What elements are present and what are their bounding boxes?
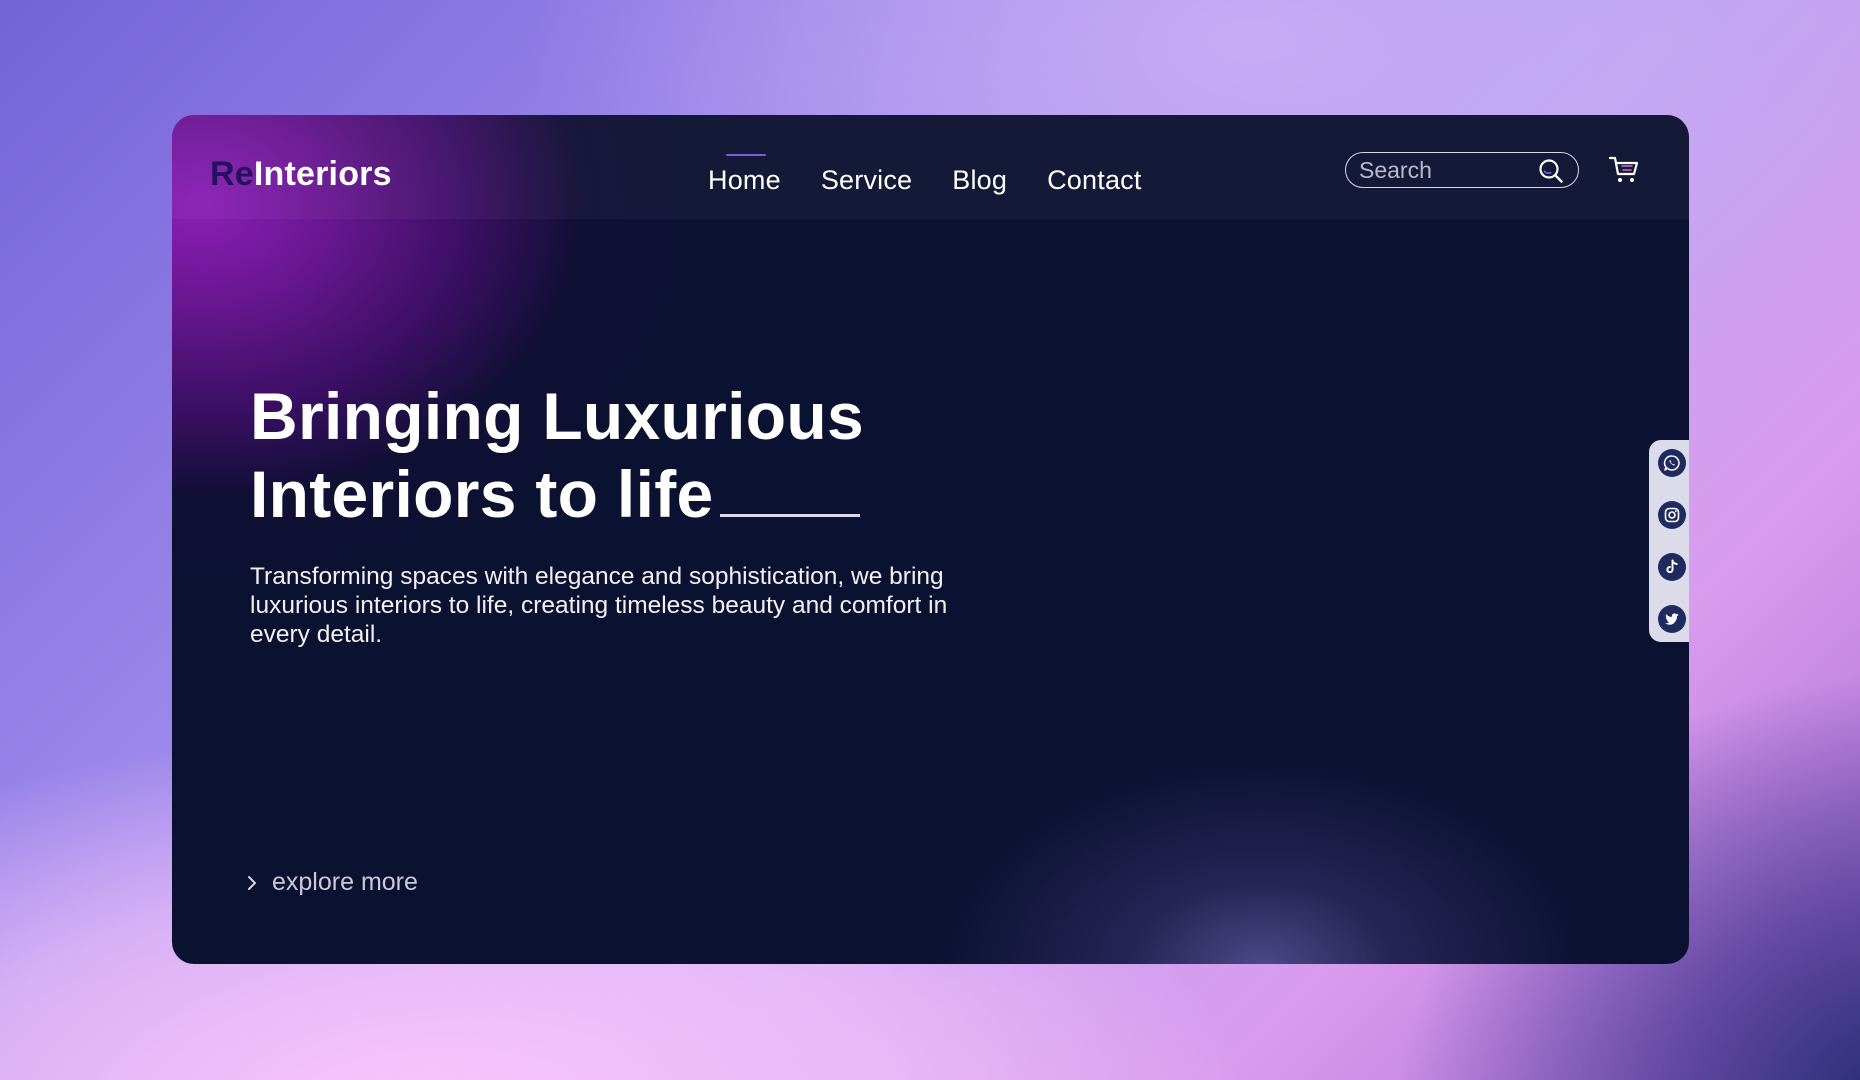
whatsapp-button[interactable] — [1658, 449, 1686, 477]
nav-item-label: Home — [708, 165, 781, 195]
nav-item-label: Contact — [1047, 165, 1142, 195]
hero-description: Transforming spaces with elegance and so… — [250, 563, 948, 648]
search-input[interactable] — [1359, 155, 1529, 185]
nav-item-contact[interactable]: Contact — [1047, 165, 1141, 196]
nav-item-service[interactable]: Service — [821, 165, 912, 196]
hero-title-line2: Interiors to life — [250, 457, 714, 531]
whatsapp-icon — [1663, 455, 1680, 471]
instagram-icon — [1664, 507, 1680, 523]
brand-prefix: Re — [210, 155, 254, 193]
twitter-icon — [1665, 613, 1679, 625]
explore-more-link[interactable]: explore more — [246, 868, 418, 897]
tiktok-icon — [1666, 559, 1678, 574]
brand-logo[interactable]: ReInteriors — [210, 155, 392, 194]
search-icon[interactable] — [1538, 158, 1564, 184]
main-nav: Home Service Blog Contact — [708, 154, 1142, 196]
title-underline-decoration — [719, 514, 860, 517]
nav-active-indicator — [726, 154, 766, 156]
cart-icon[interactable] — [1608, 155, 1640, 185]
nav-item-label: Blog — [952, 165, 1008, 195]
twitter-button[interactable] — [1658, 605, 1686, 633]
tiktok-button[interactable] — [1658, 553, 1686, 581]
instagram-button[interactable] — [1658, 501, 1686, 529]
explore-more-label: explore more — [272, 868, 418, 896]
hero-title: Bringing Luxurious Interiors to life — [250, 377, 864, 533]
social-links-bar — [1649, 440, 1689, 642]
search-box — [1345, 152, 1579, 188]
brand-name: Interiors — [253, 155, 392, 193]
chevron-right-icon — [248, 875, 256, 890]
nav-item-label: Service — [820, 165, 913, 195]
hero-title-line1: Bringing Luxurious — [250, 379, 865, 453]
nav-item-blog[interactable]: Blog — [952, 165, 1007, 196]
hero-card: ReInteriors Home Service Blog Contact Se… — [172, 115, 1689, 964]
nav-item-home[interactable]: Home — [708, 154, 781, 196]
